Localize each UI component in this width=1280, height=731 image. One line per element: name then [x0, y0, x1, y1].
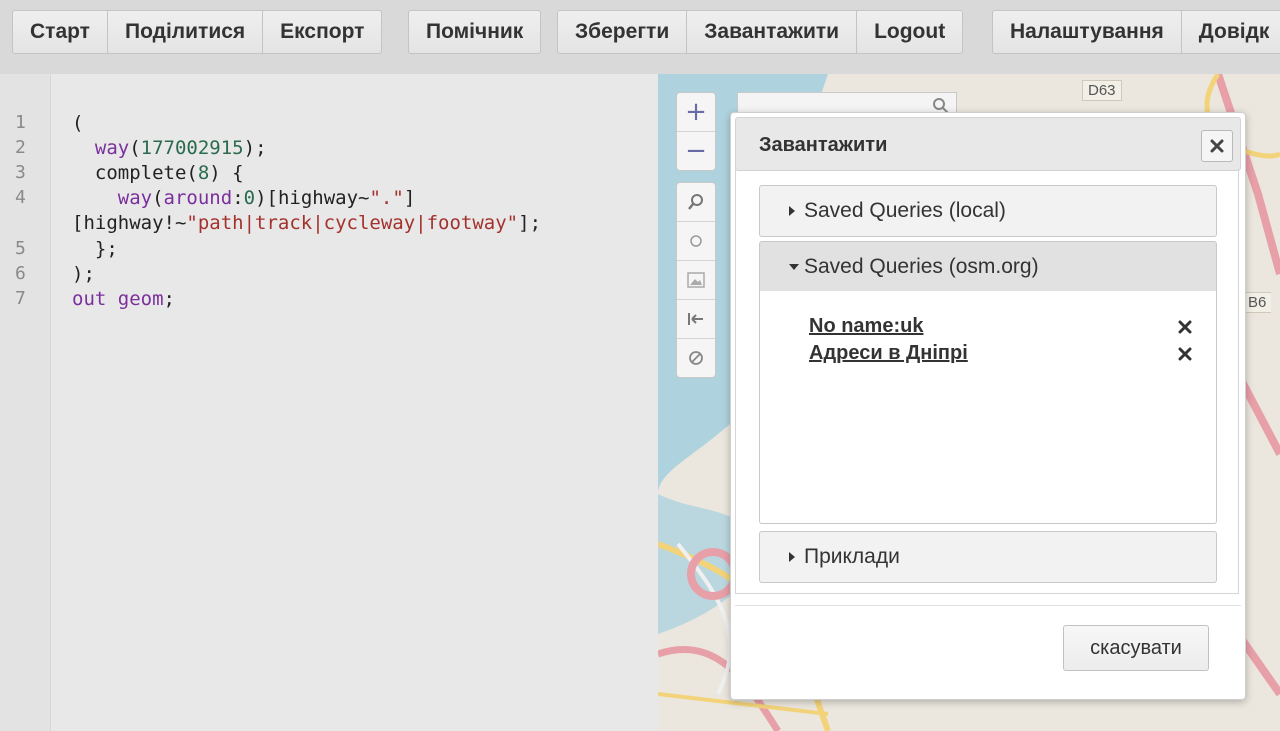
code-editor[interactable]: 1 2 3 4 5 6 7 ( way(177002915); complete…	[0, 74, 658, 731]
toolbar-group-file: Старт Поділитися Експорт	[12, 10, 383, 54]
accordion-examples[interactable]: Приклади	[759, 531, 1217, 583]
line-number: 5	[15, 238, 26, 259]
load-dialog: Завантажити Saved Queries (local) Saved …	[730, 112, 1246, 700]
code-line-5: };	[72, 238, 118, 260]
delete-query-button[interactable]	[1176, 345, 1194, 363]
road-label: D63	[1082, 80, 1122, 101]
toolbar-group-storage: Зберегти Завантажити Logout	[557, 10, 964, 54]
start-button[interactable]: Старт	[12, 10, 108, 54]
image-icon	[687, 272, 705, 288]
delete-icon	[1178, 347, 1192, 361]
line-number: 6	[15, 263, 26, 284]
locate-button[interactable]	[677, 222, 715, 261]
cancel-button[interactable]: скасувати	[1063, 625, 1209, 671]
code-line-7: out geom;	[72, 288, 175, 310]
line-number: 4	[15, 187, 26, 208]
dialog-title: Завантажити	[759, 134, 888, 156]
line-number: 1	[15, 112, 26, 133]
zoom-in-button[interactable]: +	[677, 93, 715, 132]
line-number: 2	[15, 137, 26, 158]
caret-right-icon	[788, 551, 802, 563]
code-line-4a: way(around:0)[highway~"."]	[117, 187, 416, 209]
code-line-2: way(177002915);	[94, 137, 267, 159]
logout-button[interactable]: Logout	[857, 10, 964, 54]
prohibited-icon	[689, 351, 703, 365]
fit-bounds-button[interactable]	[677, 300, 715, 339]
caret-down-icon	[788, 263, 802, 271]
saved-query-link[interactable]: No name:uk	[809, 315, 923, 338]
export-image-button[interactable]	[677, 261, 715, 300]
dialog-header: Завантажити	[735, 117, 1241, 171]
clear-data-button[interactable]	[677, 339, 715, 377]
line-number: 3	[15, 162, 26, 183]
accordion-saved-osm[interactable]: Saved Queries (osm.org)	[759, 241, 1217, 293]
export-button[interactable]: Експорт	[263, 10, 383, 54]
dialog-body: Saved Queries (local) Saved Queries (osm…	[735, 169, 1239, 594]
settings-button[interactable]: Налаштування	[992, 10, 1182, 54]
map-tool-control	[676, 182, 716, 378]
saved-query-link[interactable]: Адреси в Дніпрі	[809, 342, 968, 365]
arrow-to-line-icon	[688, 313, 703, 325]
zoom-out-button[interactable]: −	[677, 132, 715, 170]
saved-queries-list: No name:uk Адреси в Дніпрі	[759, 291, 1217, 524]
accordion-label: Приклади	[804, 545, 900, 568]
toolbar: Старт Поділитися Експорт Помічник Зберег…	[0, 0, 1280, 74]
code-line-4b: [highway!~"path|track|cycleway|footway"]…	[72, 212, 542, 234]
road-label: B6	[1242, 292, 1272, 313]
assistant-button[interactable]: Помічник	[408, 10, 542, 54]
load-button[interactable]: Завантажити	[687, 10, 858, 54]
toolbar-group-assistant: Помічник	[408, 10, 542, 54]
zoom-control: + −	[676, 92, 716, 171]
toolbar-group-settings: Налаштування Довідк	[992, 10, 1280, 54]
footer-divider	[735, 605, 1241, 606]
help-button[interactable]: Довідк	[1181, 10, 1280, 54]
code-line-1: (	[72, 112, 84, 134]
accordion-label: Saved Queries (osm.org)	[804, 255, 1039, 278]
circle-icon	[690, 235, 702, 247]
accordion-label: Saved Queries (local)	[804, 199, 1006, 222]
line-number-gutter: 1 2 3 4 5 6 7	[0, 74, 51, 731]
close-icon	[1210, 139, 1224, 153]
accordion-saved-local[interactable]: Saved Queries (local)	[759, 185, 1217, 237]
share-button[interactable]: Поділитися	[107, 10, 264, 54]
save-button[interactable]: Зберегти	[557, 10, 688, 54]
line-number: 7	[15, 288, 26, 309]
delete-query-button[interactable]	[1176, 318, 1194, 336]
code-line-3: complete(8) {	[72, 162, 244, 184]
delete-icon	[1178, 320, 1192, 334]
zoom-to-data-button[interactable]	[677, 183, 715, 222]
caret-right-icon	[788, 205, 802, 217]
magnifier-icon	[688, 194, 703, 210]
code-line-6: );	[72, 263, 95, 285]
close-button[interactable]	[1201, 130, 1233, 162]
